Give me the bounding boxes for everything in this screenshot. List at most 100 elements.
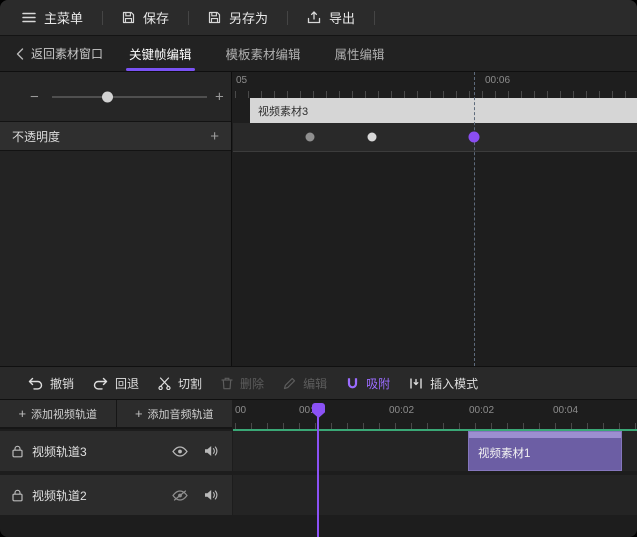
save-icon xyxy=(122,11,135,24)
lock-icon[interactable] xyxy=(12,445,23,458)
add-video-track-label: 添加视频轨道 xyxy=(31,406,97,422)
edit-label: 编辑 xyxy=(303,375,327,392)
speaker-icon[interactable] xyxy=(204,489,218,501)
add-track-row: + 添加视频轨道 + 添加音频轨道 xyxy=(0,400,232,429)
save-as-icon xyxy=(208,11,221,24)
save-label: 保存 xyxy=(143,8,169,27)
keyframe-playhead-line[interactable] xyxy=(474,72,475,366)
track-header-video-track-2: 视频轨道2 xyxy=(0,475,232,515)
cut-label: 切割 xyxy=(178,375,202,392)
edit-toolbar: 撤销 回退 切割 删除 编辑 xyxy=(0,366,637,400)
track-name: 视频轨道2 xyxy=(32,487,172,504)
timeline-lanes: 00 00:01 00:02 00:02 00:04 视频素材1 xyxy=(233,400,637,537)
save-as-label: 另存为 xyxy=(229,8,268,27)
property-row-opacity: 不透明度 + xyxy=(0,122,231,151)
snap-label: 吸附 xyxy=(366,375,390,392)
pencil-icon xyxy=(283,377,296,390)
clip-label: 视频素材1 xyxy=(478,445,621,461)
ruler-label: 00:02 xyxy=(469,405,494,416)
export-button[interactable]: 导出 xyxy=(307,8,355,27)
keyframe-lane[interactable] xyxy=(233,123,637,152)
undo-label: 撤销 xyxy=(50,375,74,392)
keyframe-editor-panel: − + 不透明度 + 05 00:06 视频素材3 xyxy=(0,72,637,366)
trash-icon xyxy=(221,377,233,390)
redo-button[interactable]: 回退 xyxy=(93,375,139,392)
video-track-3-lane[interactable]: 视频素材1 xyxy=(233,431,637,471)
video-track-2-lane[interactable] xyxy=(233,475,637,515)
property-sidebar: − + 不透明度 + xyxy=(0,72,232,366)
zoom-in-button[interactable]: + xyxy=(215,89,224,104)
track-controls xyxy=(172,489,218,501)
delete-button[interactable]: 删除 xyxy=(221,375,264,392)
ruler-ticks xyxy=(235,91,637,98)
snap-button[interactable]: 吸附 xyxy=(346,375,390,392)
zoom-out-button[interactable]: − xyxy=(30,89,39,104)
cut-button[interactable]: 切割 xyxy=(158,375,202,392)
add-video-track-button[interactable]: + 添加视频轨道 xyxy=(0,400,117,427)
insert-mode-button[interactable]: 插入模式 xyxy=(409,375,478,392)
tab-list: 关键帧编辑 模板素材编辑 属性编辑 xyxy=(129,36,385,71)
video-editor-window: 主菜单 保存 另存为 导出 xyxy=(0,0,637,537)
track-header-video-track-3: 视频轨道3 xyxy=(0,431,232,471)
tab-label: 模板素材编辑 xyxy=(226,44,301,63)
toolbar-separator xyxy=(102,11,103,25)
insert-mode-label: 插入模式 xyxy=(430,375,478,392)
export-icon xyxy=(307,11,321,24)
tab-keyframe-edit[interactable]: 关键帧编辑 xyxy=(129,36,192,71)
toolbar-separator xyxy=(287,11,288,25)
toolbar-separator xyxy=(374,11,375,25)
tab-label: 属性编辑 xyxy=(335,44,385,63)
plus-icon: + xyxy=(18,407,26,420)
eye-icon[interactable] xyxy=(172,446,188,457)
eye-off-icon[interactable] xyxy=(172,490,188,501)
timeline-ruler[interactable]: 00 00:01 00:02 00:02 00:04 xyxy=(233,400,637,429)
ruler-label: 05 xyxy=(236,75,247,86)
add-keyframe-button[interactable]: + xyxy=(210,129,219,144)
zoom-slider-track[interactable] xyxy=(52,96,207,98)
zoom-control: − + xyxy=(0,72,231,122)
back-to-material-window-button[interactable]: 返回素材窗口 xyxy=(16,45,103,62)
opacity-label: 不透明度 xyxy=(12,128,60,145)
save-button[interactable]: 保存 xyxy=(122,8,169,27)
main-menu-label: 主菜单 xyxy=(44,8,83,27)
track-header-column: + 添加视频轨道 + 添加音频轨道 视频轨道3 xyxy=(0,400,232,537)
save-as-button[interactable]: 另存为 xyxy=(208,8,268,27)
magnet-icon xyxy=(346,377,359,390)
tab-template-material-edit[interactable]: 模板素材编辑 xyxy=(226,36,301,71)
menu-icon xyxy=(22,12,36,23)
ruler-label: 00:06 xyxy=(485,75,510,86)
ruler-label: 00:02 xyxy=(389,405,414,416)
speaker-icon[interactable] xyxy=(204,445,218,457)
add-audio-track-button[interactable]: + 添加音频轨道 xyxy=(117,400,233,427)
delete-label: 删除 xyxy=(240,375,264,392)
track-controls xyxy=(172,445,218,457)
toolbar-separator xyxy=(188,11,189,25)
playhead-line xyxy=(317,415,319,537)
track-name: 视频轨道3 xyxy=(32,443,172,460)
tab-bar: 返回素材窗口 关键帧编辑 模板素材编辑 属性编辑 xyxy=(0,36,637,72)
add-audio-track-label: 添加音频轨道 xyxy=(148,406,214,422)
keyframe-ruler[interactable]: 05 00:06 xyxy=(233,72,637,98)
main-menu-button[interactable]: 主菜单 xyxy=(22,8,83,27)
top-toolbar: 主菜单 保存 另存为 导出 xyxy=(0,0,637,36)
clip-video-material-3[interactable]: 视频素材3 xyxy=(250,98,637,123)
zoom-slider-handle[interactable] xyxy=(102,91,113,102)
clip-top-strip xyxy=(469,432,621,438)
redo-icon xyxy=(93,377,108,390)
keyframe-timeline: 05 00:06 视频素材3 xyxy=(233,72,637,366)
plus-icon: + xyxy=(135,407,143,420)
clip-video-material-1[interactable]: 视频素材1 xyxy=(468,431,622,471)
keyframe-dot[interactable] xyxy=(306,133,315,142)
back-label: 返回素材窗口 xyxy=(31,45,103,62)
scissors-icon xyxy=(158,377,171,390)
insert-mode-icon xyxy=(409,377,423,390)
undo-button[interactable]: 撤销 xyxy=(28,375,74,392)
keyframe-dot[interactable] xyxy=(368,133,377,142)
tab-label: 关键帧编辑 xyxy=(129,44,192,63)
undo-icon xyxy=(28,377,43,390)
edit-button[interactable]: 编辑 xyxy=(283,375,327,392)
tab-property-edit[interactable]: 属性编辑 xyxy=(335,36,385,71)
lock-icon[interactable] xyxy=(12,489,23,502)
timeline-panel: + 添加视频轨道 + 添加音频轨道 视频轨道3 xyxy=(0,400,637,537)
keyframe-dot-active[interactable] xyxy=(469,132,480,143)
